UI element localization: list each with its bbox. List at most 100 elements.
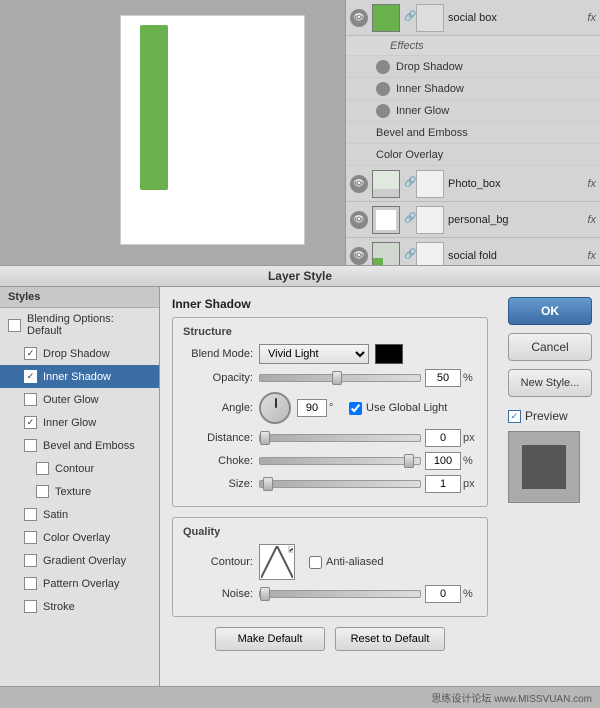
style-pattern-overlay[interactable]: Pattern Overlay (0, 572, 159, 595)
angle-input[interactable] (297, 399, 327, 417)
size-slider[interactable] (259, 480, 421, 488)
use-global-light-label[interactable]: Use Global Light (349, 402, 447, 415)
anti-aliased-checkbox[interactable] (309, 556, 322, 569)
noise-thumb[interactable] (260, 587, 270, 601)
layer-name[interactable]: social fold (448, 250, 583, 262)
footer: 思练设计论坛 www.MISSVUAN.com (0, 686, 600, 708)
layer-thumb (372, 206, 400, 234)
preview-inner-box (522, 445, 566, 489)
style-inner-shadow[interactable]: ✓ Inner Shadow (0, 365, 159, 388)
make-default-button[interactable]: Make Default (215, 627, 325, 651)
effect-drop-shadow[interactable]: Drop Shadow (346, 56, 600, 78)
layer-eye-icon[interactable]: 👁 (350, 9, 368, 27)
effect-eye[interactable] (376, 60, 390, 74)
satin-checkbox[interactable] (24, 508, 37, 521)
layer-name[interactable]: Photo_box (448, 178, 583, 190)
opacity-row: Opacity: % (183, 369, 477, 387)
noise-slider[interactable] (259, 590, 421, 598)
layer-row-photo-box[interactable]: 👁 🔗 Photo_box fx (346, 166, 600, 202)
style-stroke[interactable]: Stroke (0, 595, 159, 618)
size-label: Size: (183, 478, 253, 490)
pattern-overlay-checkbox[interactable] (24, 577, 37, 590)
layers-panel: 👁 🔗 social box fx Effects Drop Shadow In… (345, 0, 600, 265)
blending-options-checkbox[interactable] (8, 319, 21, 332)
style-inner-glow[interactable]: Inner Glow (0, 411, 159, 434)
style-satin[interactable]: Satin (0, 503, 159, 526)
contour-row: Contour: Anti-aliased (183, 544, 477, 580)
new-style-button[interactable]: New Style... (508, 369, 592, 397)
gradient-overlay-checkbox[interactable] (24, 554, 37, 567)
blend-mode-row: Blend Mode: Vivid Light (183, 344, 477, 364)
layer-row-social-box[interactable]: 👁 🔗 social box fx (346, 0, 600, 36)
layer-thumb (372, 242, 400, 266)
preview-checkbox[interactable] (508, 410, 521, 423)
opacity-input[interactable] (425, 369, 461, 387)
section-title: Inner Shadow (172, 297, 488, 311)
effect-color-overlay[interactable]: Color Overlay (346, 144, 600, 166)
effect-item-effects: Effects (346, 36, 600, 56)
reset-to-default-button[interactable]: Reset to Default (335, 627, 445, 651)
inner-shadow-checkbox[interactable]: ✓ (24, 370, 37, 383)
contour-checkbox[interactable] (36, 462, 49, 475)
effect-eye[interactable] (376, 82, 390, 96)
choke-input[interactable] (425, 452, 461, 470)
style-texture[interactable]: Texture (0, 480, 159, 503)
layer-fx-badge: fx (587, 12, 596, 24)
contour-thumbnail[interactable] (259, 544, 295, 580)
opacity-slider-thumb[interactable] (332, 371, 342, 385)
effect-eye[interactable] (376, 104, 390, 118)
layer-row-personal-bg[interactable]: 👁 🔗 personal_bg fx (346, 202, 600, 238)
quality-label: Quality (183, 526, 477, 538)
distance-slider[interactable] (259, 434, 421, 442)
choke-slider[interactable] (259, 457, 421, 465)
inner-glow-checkbox[interactable] (24, 416, 37, 429)
opacity-slider-track[interactable] (259, 374, 421, 382)
structure-fieldset: Structure Blend Mode: Vivid Light Opacit… (172, 317, 488, 507)
layer-chain-icon: 🔗 (404, 213, 414, 227)
layer-eye-icon[interactable]: 👁 (350, 175, 368, 193)
angle-dial[interactable] (259, 392, 291, 424)
layer-name[interactable]: social box (448, 12, 583, 24)
distance-input[interactable] (425, 429, 461, 447)
size-thumb[interactable] (263, 477, 273, 491)
effects-label: Effects (390, 40, 424, 52)
style-color-overlay[interactable]: Color Overlay (0, 526, 159, 549)
effect-bevel-emboss[interactable]: Bevel and Emboss (346, 122, 600, 144)
cancel-button[interactable]: Cancel (508, 333, 592, 361)
size-input[interactable] (425, 475, 461, 493)
effect-inner-shadow[interactable]: Inner Shadow (346, 78, 600, 100)
layer-row-social-fold[interactable]: 👁 🔗 social fold fx (346, 238, 600, 265)
style-bevel-emboss[interactable]: Bevel and Emboss (0, 434, 159, 457)
choke-thumb[interactable] (404, 454, 414, 468)
drop-shadow-checkbox[interactable] (24, 347, 37, 360)
blend-mode-select[interactable]: Vivid Light (259, 344, 369, 364)
style-contour[interactable]: Contour (0, 457, 159, 480)
styles-list-header: Styles (0, 287, 159, 308)
layer-name[interactable]: personal_bg (448, 214, 583, 226)
layer-mask-thumb (416, 242, 444, 266)
texture-checkbox[interactable] (36, 485, 49, 498)
style-outer-glow[interactable]: Outer Glow (0, 388, 159, 411)
layer-eye-icon[interactable]: 👁 (350, 247, 368, 265)
opacity-unit: % (463, 372, 477, 384)
style-gradient-overlay[interactable]: Gradient Overlay (0, 549, 159, 572)
noise-input[interactable] (425, 585, 461, 603)
distance-thumb[interactable] (260, 431, 270, 445)
bevel-emboss-checkbox[interactable] (24, 439, 37, 452)
anti-aliased-label[interactable]: Anti-aliased (309, 556, 383, 569)
color-overlay-checkbox[interactable] (24, 531, 37, 544)
color-swatch[interactable] (375, 344, 403, 364)
ok-button[interactable]: OK (508, 297, 592, 325)
choke-label: Choke: (183, 455, 253, 467)
outer-glow-checkbox[interactable] (24, 393, 37, 406)
stroke-checkbox[interactable] (24, 600, 37, 613)
style-drop-shadow[interactable]: Drop Shadow (0, 342, 159, 365)
layer-fx-badge: fx (587, 214, 596, 226)
layer-eye-icon[interactable]: 👁 (350, 211, 368, 229)
quality-fieldset: Quality Contour: Anti-aliased (172, 517, 488, 617)
layer-thumb (372, 170, 400, 198)
layer-fx-badge: fx (587, 250, 596, 262)
effect-inner-glow[interactable]: Inner Glow (346, 100, 600, 122)
use-global-light-checkbox[interactable] (349, 402, 362, 415)
style-blending-options[interactable]: Blending Options: Default (0, 308, 159, 342)
